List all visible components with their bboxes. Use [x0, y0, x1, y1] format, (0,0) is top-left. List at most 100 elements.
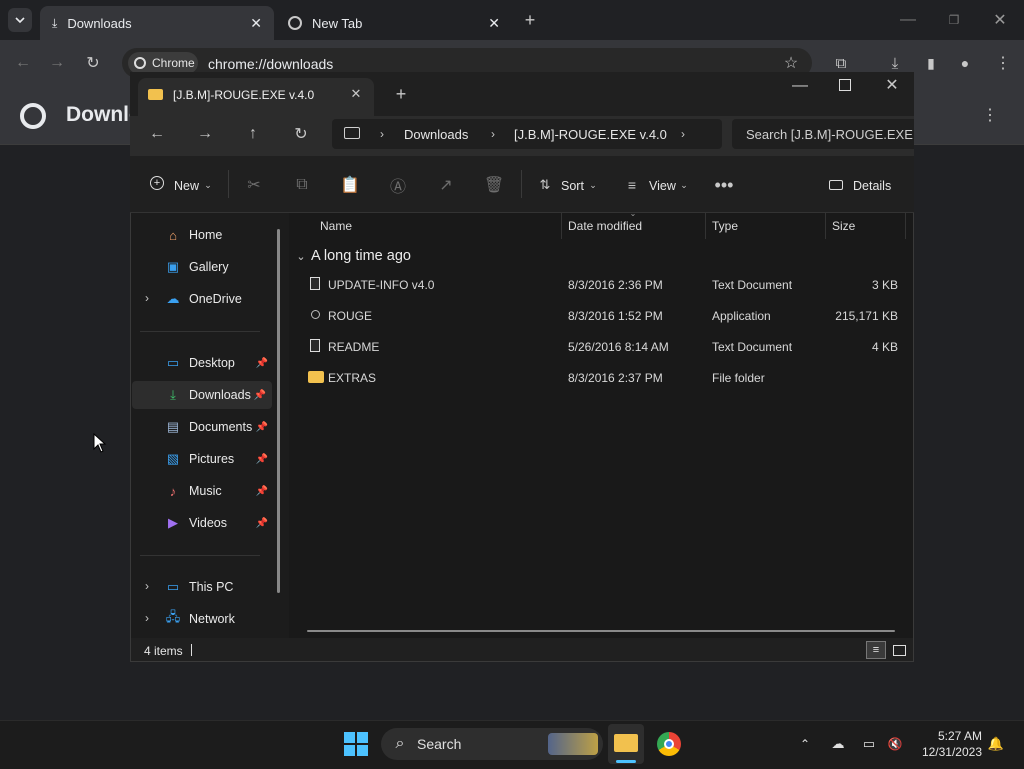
new-button-label[interactable]: New [174, 179, 199, 193]
cloud-off-icon[interactable]: ☁ [828, 735, 848, 753]
refresh-icon[interactable]: ↻ [290, 123, 312, 145]
back-icon[interactable]: ← [12, 52, 34, 74]
chevron-down-icon[interactable]: ⌄ [588, 180, 598, 190]
chevron-up-icon[interactable]: ⌃ [796, 735, 814, 753]
table-row[interactable]: README 5/26/2016 8:14 AM Text Document 4… [306, 332, 906, 363]
chrome-taskbar-icon[interactable] [657, 732, 681, 756]
share-icon[interactable]: ↗ [436, 175, 456, 195]
tiles-view-icon[interactable] [890, 641, 908, 659]
forward-icon[interactable]: → [194, 123, 216, 145]
chevron-right-icon[interactable]: › [677, 126, 689, 142]
table-row[interactable]: ROUGE 8/3/2016 1:52 PM Application 215,1… [306, 301, 906, 332]
side-panel-icon[interactable]: ▮ [920, 52, 942, 74]
sidebar-item-home[interactable]: ⌂ Home [132, 221, 274, 249]
sidebar-item-videos[interactable]: ▶ Videos 📌 [132, 509, 274, 537]
tab-label: New Tab [312, 15, 363, 31]
windows-start-icon[interactable] [344, 732, 368, 756]
divider [140, 555, 260, 556]
url-text[interactable]: chrome://downloads [208, 56, 333, 72]
mouse-cursor-icon [93, 433, 107, 453]
download-icon: ⤓ [170, 387, 176, 402]
sidebar-item-this-pc[interactable]: ▭ This PC [132, 573, 274, 601]
profile-icon[interactable]: ● [954, 52, 976, 74]
network-status-icon[interactable]: ▭ [860, 735, 878, 753]
clock-time[interactable]: 5:27 AM [930, 729, 982, 743]
search-box[interactable]: Search [J.B.M]-ROUGE.EXE v [732, 119, 914, 149]
column-divider[interactable] [825, 213, 826, 239]
reload-icon[interactable]: ↻ [82, 52, 104, 74]
chevron-down-icon[interactable]: ⌄ [203, 180, 213, 190]
pin-icon[interactable]: 📌 [254, 390, 266, 401]
new-tab-icon[interactable]: + [392, 84, 410, 104]
group-header[interactable]: A long time ago [311, 248, 411, 264]
close-tab-icon[interactable]: ✕ [250, 15, 262, 32]
paste-icon[interactable]: 📋 [340, 175, 360, 195]
notification-bell-icon[interactable]: 🔔 [987, 735, 1005, 753]
pin-icon[interactable]: 📌 [256, 486, 268, 497]
close-tab-icon[interactable]: ✕ [348, 86, 364, 102]
pin-icon[interactable]: 📌 [256, 454, 268, 465]
breadcrumb-downloads[interactable]: Downloads [404, 127, 468, 142]
chrome-icon [288, 16, 302, 30]
sidebar-item-onedrive[interactable]: ☁ OneDrive [132, 285, 274, 313]
column-header-type[interactable]: Type [712, 213, 738, 239]
sidebar-item-pictures[interactable]: ▧ Pictures 📌 [132, 445, 274, 473]
view-button-label[interactable]: View [649, 179, 676, 193]
close-tab-icon[interactable]: ✕ [488, 15, 500, 32]
divider [521, 170, 522, 198]
page-menu-icon[interactable]: ⋮ [980, 104, 1000, 126]
sort-button-label[interactable]: Sort [561, 179, 584, 193]
network-icon: 🖧 [165, 609, 181, 624]
chrome-menu-icon[interactable]: ⋮ [992, 52, 1014, 74]
cut-icon[interactable]: ✂ [244, 175, 264, 195]
table-row[interactable]: UPDATE-INFO v4.0 8/3/2016 2:36 PM Text D… [306, 270, 906, 301]
sidebar-item-desktop[interactable]: ▭ Desktop 📌 [132, 349, 274, 377]
column-header-size[interactable]: Size [832, 213, 855, 239]
pin-icon[interactable]: 📌 [256, 358, 268, 369]
new-tab-icon[interactable]: + [520, 10, 540, 30]
file-type: Application [712, 309, 771, 323]
more-options-icon[interactable]: ••• [712, 175, 736, 195]
restore-icon[interactable]: ❐ [944, 10, 964, 30]
minimize-icon[interactable]: — [790, 76, 810, 96]
details-view-icon[interactable]: ≡ [866, 641, 886, 659]
sidebar-item-music[interactable]: ♪ Music 📌 [132, 477, 274, 505]
file-name: ROUGE [328, 309, 373, 323]
pin-icon[interactable]: 📌 [256, 422, 268, 433]
back-icon[interactable]: ← [146, 123, 168, 145]
chrome-tab-new-tab[interactable]: New Tab ✕ [276, 6, 512, 40]
minimize-icon[interactable]: — [898, 10, 918, 30]
column-header-name[interactable]: Name [320, 213, 352, 239]
collapse-group-icon[interactable]: ⌄ [295, 250, 307, 263]
pin-icon[interactable]: 📌 [256, 518, 268, 529]
breadcrumb-current-folder[interactable]: [J.B.M]-ROUGE.EXE v.4.0 [514, 127, 667, 142]
bookmark-star-icon[interactable]: ☆ [780, 52, 802, 74]
volume-muted-icon[interactable]: 🔇 [886, 735, 904, 753]
close-window-icon[interactable]: ✕ [990, 10, 1010, 30]
copy-icon[interactable]: ⧉ [292, 175, 312, 195]
sidebar-item-gallery[interactable]: ▣ Gallery [132, 253, 274, 281]
clock-date[interactable]: 12/31/2023 [916, 745, 982, 759]
extensions-icon[interactable]: ⧉ [830, 52, 852, 74]
column-divider[interactable] [705, 213, 706, 239]
column-divider[interactable] [905, 213, 906, 239]
downloads-toolbar-icon[interactable]: ⤓ [884, 52, 906, 74]
details-button-label[interactable]: Details [853, 179, 891, 193]
horizontal-scrollbar[interactable] [307, 630, 895, 632]
sidebar-item-downloads[interactable]: ⤓ Downloads 📌 [132, 381, 272, 409]
tab-search-chevron-icon[interactable] [8, 8, 32, 32]
chevron-down-icon[interactable]: ⌄ [679, 180, 689, 190]
chrome-tab-downloads[interactable]: ⤓ Downloads ✕ [40, 6, 274, 40]
forward-icon[interactable]: → [46, 52, 68, 74]
up-icon[interactable]: ↑ [242, 123, 264, 145]
delete-icon[interactable]: 🗑 [484, 175, 504, 195]
rename-icon[interactable]: Ⓐ [388, 175, 408, 196]
chrome-chip[interactable]: Chrome [128, 52, 198, 74]
maximize-icon[interactable] [839, 79, 851, 91]
sidebar-scrollbar[interactable] [277, 229, 280, 593]
column-divider[interactable] [561, 213, 562, 239]
table-row[interactable]: EXTRAS 8/3/2016 2:37 PM File folder [306, 363, 906, 394]
close-window-icon[interactable]: ✕ [882, 75, 902, 95]
sidebar-item-documents[interactable]: ▤ Documents 📌 [132, 413, 274, 441]
sidebar-item-network[interactable]: 🖧 Network [132, 605, 274, 633]
